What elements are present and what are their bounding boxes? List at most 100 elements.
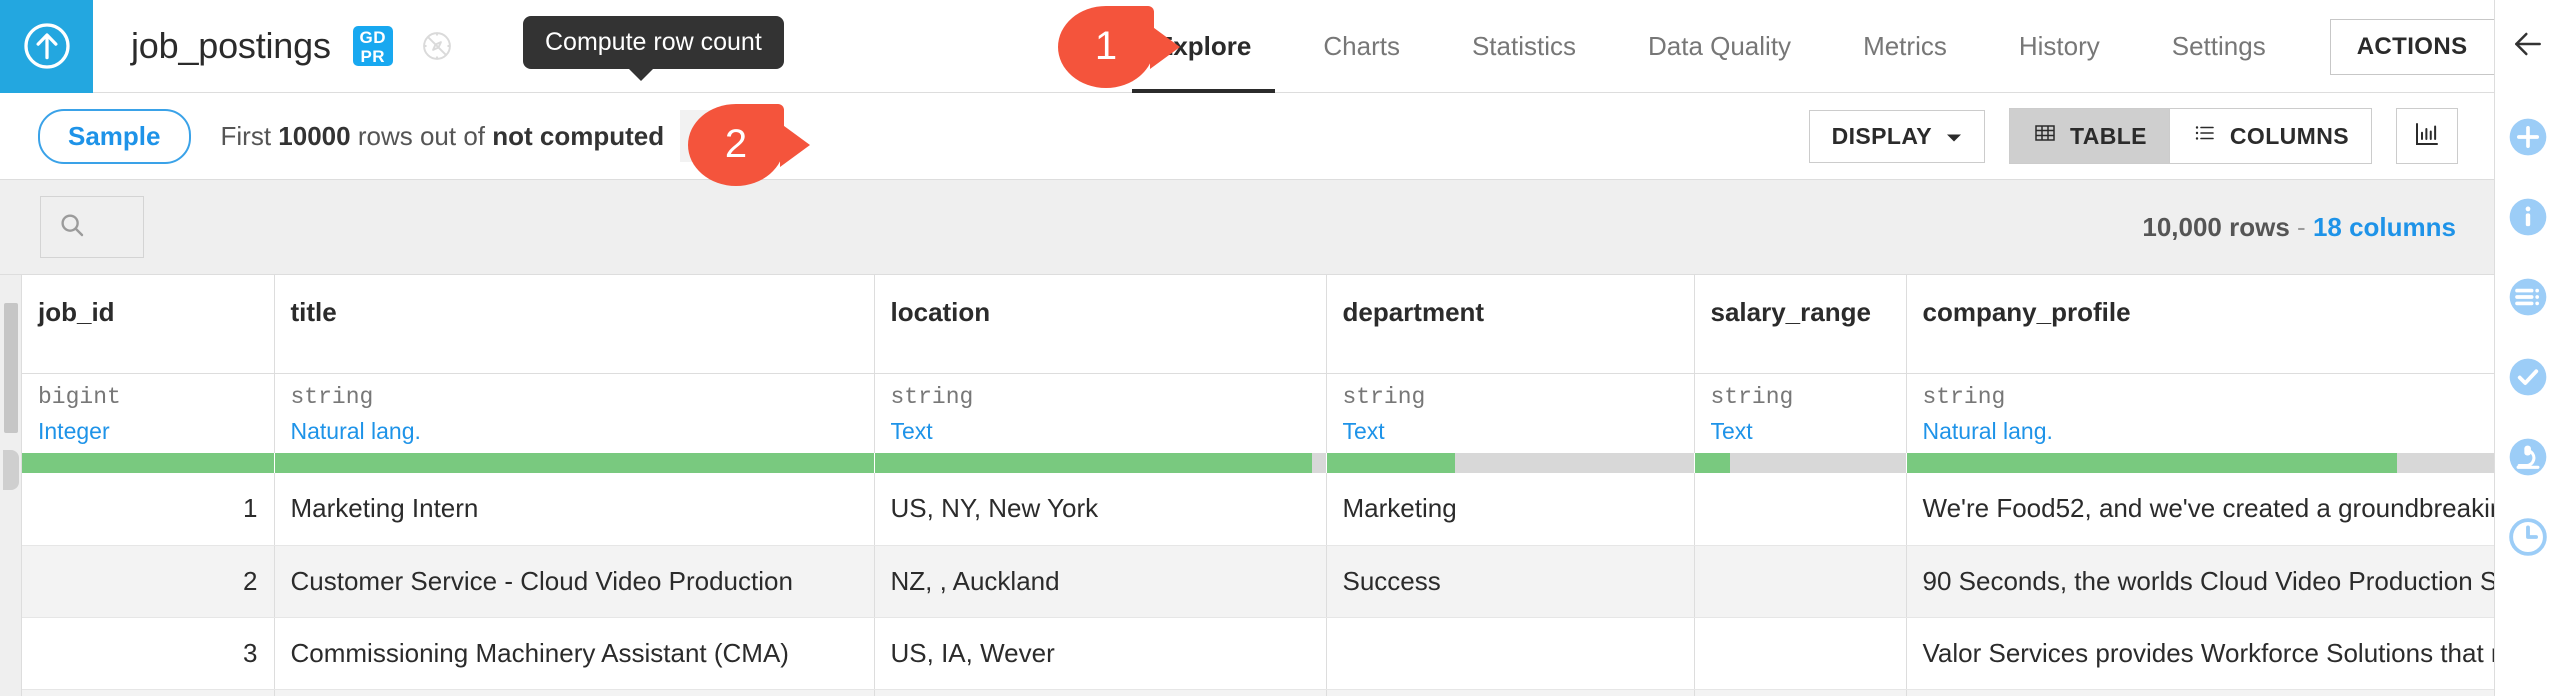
list-icon (2192, 121, 2218, 151)
cell-salary_range[interactable] (1694, 545, 1907, 618)
tab-metrics[interactable]: Metrics (1827, 0, 1983, 93)
bar-chart-icon (2412, 119, 2442, 154)
row-info-count: 10000 (278, 120, 351, 151)
dataset-logo[interactable] (0, 0, 93, 93)
cell-salary_range[interactable] (1694, 473, 1907, 546)
completeness-bar-fill (1906, 453, 2397, 473)
column-meaning-type[interactable]: Text (1343, 418, 1694, 445)
rows-count: 10,000 rows (2142, 211, 2290, 242)
header-right-strip (2494, 0, 2560, 93)
grid-icon (2032, 121, 2058, 151)
cell-job_id[interactable]: 1 (22, 473, 275, 546)
row-info-prefix: First (220, 120, 272, 151)
tab-data-quality[interactable]: Data Quality (1612, 0, 1827, 93)
annotation-marker-2-number: 2 (724, 121, 748, 166)
cell-department[interactable] (1326, 617, 1695, 690)
tab-statistics-label: Statistics (1471, 31, 1576, 61)
cell-department[interactable]: Success (1326, 545, 1695, 618)
plus-circle-icon[interactable] (2506, 115, 2550, 159)
cell-location[interactable]: NZ, , Auckland (874, 545, 1327, 618)
table-row[interactable]: 4Account Executive - Washington DCUS, DC… (0, 689, 2494, 696)
cell-company_profile[interactable]: Valor Services provides Workforce Soluti… (1906, 617, 2494, 690)
column-header-location[interactable]: location (874, 275, 1327, 374)
actions-button[interactable]: ACTIONS (2329, 18, 2495, 75)
completeness-bar-salary_range (1694, 453, 1907, 473)
upload-circle-icon (19, 18, 75, 74)
cell-title[interactable]: Commissioning Machinery Assistant (CMA) (274, 617, 875, 690)
check-circle-icon[interactable] (2506, 355, 2550, 399)
column-meaning-type[interactable]: Text (891, 418, 1326, 445)
table-row[interactable]: 3 Commissioning Machinery Assistant (CMA)… (0, 617, 2494, 690)
column-storage-type: string (1342, 383, 1426, 410)
view-mode-columns-label: COLUMNS (2229, 122, 2349, 149)
column-meaning-type[interactable]: Integer (38, 418, 274, 445)
cell-department[interactable]: Sales (1326, 689, 1695, 696)
completeness-bar-fill (874, 453, 1312, 473)
gdpr-badge[interactable]: GD PR (352, 26, 393, 66)
column-meta-salary_range: string Text (1694, 373, 1907, 453)
clock-history-icon[interactable] (2506, 515, 2550, 559)
search-input[interactable] (40, 196, 144, 258)
arrow-left-icon[interactable] (2508, 24, 2548, 69)
cell-location[interactable]: US, DC, Washington (874, 689, 1327, 696)
vertical-scrollbar[interactable] (0, 275, 22, 696)
tab-metrics-label: Metrics (1863, 31, 1947, 61)
tab-charts[interactable]: Charts (1287, 0, 1436, 93)
column-storage-type: string (1922, 383, 2006, 410)
search-icon (57, 210, 87, 245)
info-circle-icon[interactable] (2506, 195, 2550, 239)
column-meta-title: string Natural lang. (274, 373, 875, 453)
cell-department[interactable]: Marketing (1326, 473, 1695, 546)
column-header-salary_range[interactable]: salary_range (1694, 275, 1907, 374)
cell-salary_range[interactable] (1694, 617, 1907, 690)
table-search-row: 10,000 rows - 18 columns (0, 180, 2494, 275)
view-mode-columns[interactable]: COLUMNS (2168, 109, 2371, 163)
tab-history[interactable]: History (1983, 0, 2136, 93)
cell-job_id[interactable]: 2 (22, 545, 275, 618)
completeness-bar-location (874, 453, 1327, 473)
column-meaning-type[interactable]: Natural lang. (1923, 418, 2495, 445)
tab-history-label: History (2018, 31, 2100, 61)
completeness-bar-company_profile (1906, 453, 2494, 473)
view-mode-table[interactable]: TABLE (2009, 109, 2169, 163)
column-header-department[interactable]: department (1326, 275, 1695, 374)
cell-title[interactable]: Marketing Intern (274, 473, 875, 546)
tab-settings-label: Settings (2171, 31, 2266, 61)
table-row[interactable]: 2 Customer Service - Cloud Video Producti… (0, 545, 2494, 618)
table-type-row: bigint Integer string Natural lang. string Te… (0, 373, 2494, 453)
panel-resize-grip[interactable] (3, 450, 19, 490)
gdpr-badge-line1: GD (359, 27, 386, 47)
compass-disabled-icon[interactable] (419, 28, 455, 64)
cell-job_id[interactable]: 4 (22, 689, 275, 696)
cell-title[interactable]: Account Executive - Washington DC (274, 689, 875, 696)
column-header-job_id[interactable]: job_id (22, 275, 275, 374)
sample-button[interactable]: Sample (38, 108, 191, 164)
cell-location[interactable]: US, NY, New York (874, 473, 1327, 546)
columns-count[interactable]: 18 columns (2313, 212, 2456, 242)
cell-company_profile[interactable]: We're Food52, and we've created a ground… (1906, 473, 2494, 546)
cell-company_profile[interactable]: Our passion for improving quality of lif… (1906, 689, 2494, 696)
column-storage-type: string (290, 383, 374, 410)
tab-statistics[interactable]: Statistics (1436, 0, 1612, 93)
column-header-title[interactable]: title (274, 275, 875, 374)
column-meta-location: string Text (874, 373, 1327, 453)
cell-location[interactable]: US, IA, Wever (874, 617, 1327, 690)
column-meaning-type[interactable]: Natural lang. (291, 418, 874, 445)
column-header-company_profile[interactable]: company_profile (1906, 275, 2494, 374)
tab-charts-label: Charts (1323, 31, 1400, 61)
cell-job_id[interactable]: 3 (22, 617, 275, 690)
scrollbar-thumb[interactable] (4, 303, 18, 433)
cell-company_profile[interactable]: 90 Seconds, the worlds Cloud Video Produ… (1906, 545, 2494, 618)
column-meaning-type[interactable]: Text (1711, 418, 1906, 445)
column-storage-type: bigint (38, 383, 121, 410)
chart-view-button[interactable] (2396, 108, 2458, 164)
microscope-icon[interactable] (2506, 435, 2550, 479)
cell-salary_range[interactable] (1694, 689, 1907, 696)
display-button[interactable]: DISPLAY (1808, 109, 1985, 163)
tab-settings[interactable]: Settings (2136, 0, 2302, 93)
table-header-row: job_id title location department salary_rang… (0, 275, 2494, 374)
completeness-bar-department (1326, 453, 1695, 473)
schema-list-icon[interactable] (2506, 275, 2550, 319)
table-row[interactable]: 1 Marketing Intern US, NY, New York Marketi… (0, 473, 2494, 546)
cell-title[interactable]: Customer Service - Cloud Video Productio… (274, 545, 875, 618)
